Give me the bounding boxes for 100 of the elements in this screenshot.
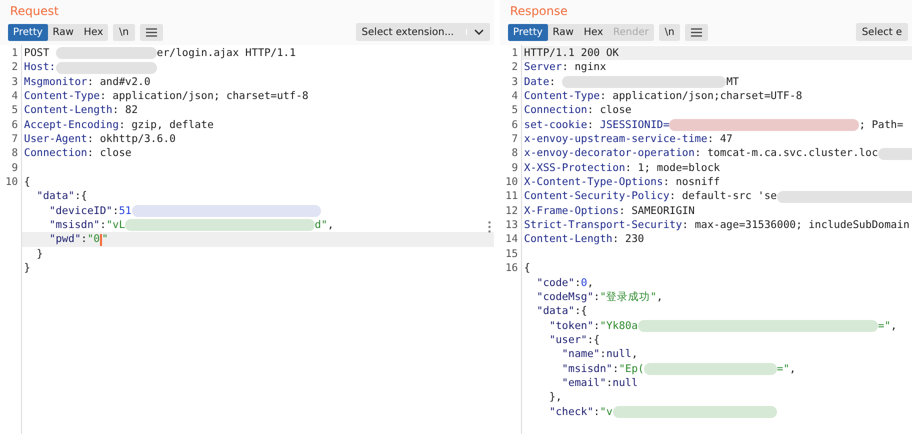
code-text: Server: [524, 60, 562, 75]
code-text: :: [594, 290, 600, 304]
code-text: "check": [548, 404, 594, 419]
code-text: "code": [536, 276, 575, 290]
line-number: 12: [505, 204, 518, 217]
code-text: : okhttp/3.6.0: [87, 132, 176, 146]
line-number: 2: [12, 61, 18, 74]
code-text: ,: [327, 218, 334, 232]
extension-select[interactable]: Select extension...: [356, 23, 490, 41]
line-number: 5: [12, 104, 18, 116]
line-number: 10: [5, 176, 18, 188]
code-text: }: [36, 246, 43, 262]
code-text: :: [100, 218, 106, 232]
code-text: er/login.ajax HTTP/1.1: [156, 46, 296, 60]
line-number: 2: [512, 61, 518, 74]
code-text: Msgmonitor: [24, 74, 88, 90]
code-text: : 47: [707, 132, 733, 146]
code-text: : and#v2.0: [87, 74, 150, 90]
menu-button[interactable]: [685, 24, 708, 40]
select-label: Select extension...: [362, 26, 454, 38]
drag-handle-icon[interactable]: [488, 221, 491, 233]
menu-button[interactable]: [140, 24, 163, 40]
code-text: : application/json; charset=utf-8: [100, 89, 308, 104]
text-caret: [100, 234, 102, 246]
code-text: }: [24, 261, 30, 276]
code-text: Connection: [24, 146, 88, 161]
code-text: null: [612, 376, 638, 390]
code-text: 0: [580, 276, 588, 290]
code-text: Content-Security-Policy: [524, 189, 670, 204]
code-text: ,: [587, 276, 594, 290]
code-text: : max-age=31536000; includeSubDomain: [682, 218, 910, 232]
view-tab[interactable]: Hex: [78, 24, 108, 40]
view-tab[interactable]: Raw: [548, 24, 579, 40]
line-number: 7: [512, 133, 518, 146]
code-text: ": [102, 232, 108, 247]
code-text: Content-Length: [24, 103, 113, 118]
code-text: "deviceID": [48, 204, 113, 218]
line-number: 3: [12, 76, 18, 88]
code-text: :: [594, 318, 600, 333]
code-text: :: [587, 118, 595, 132]
code-text: "user": [548, 332, 588, 348]
code-text: "msisdn": [560, 362, 613, 376]
newline-toggle[interactable]: \n: [113, 24, 135, 40]
code-text: x-envoy-upstream-service-time: [524, 132, 708, 146]
code-text: "email": [560, 376, 606, 390]
code-text: : 230: [612, 232, 644, 247]
code-text: 51: [118, 204, 132, 218]
line-number: 5: [512, 104, 518, 116]
code-text: POST: [24, 46, 50, 60]
line-number: 15: [505, 248, 518, 260]
line-number: 4: [12, 90, 18, 102]
code-text: :: [612, 362, 619, 376]
code-text: "data": [536, 304, 575, 319]
line-number: 1: [12, 47, 18, 59]
code-text: x-envoy-decorator-operation: [524, 146, 695, 161]
code-text: {: [24, 175, 30, 190]
code-text: null: [606, 347, 632, 362]
code-text: X-Content-Type-Options: [524, 175, 664, 190]
code-text: : tomcat-m.ca.svc.cluster.loc: [694, 146, 878, 161]
code-text: ; Path=: [859, 118, 904, 132]
menu-icon: [146, 28, 157, 36]
line-number: 13: [505, 219, 518, 232]
view-tab[interactable]: Hex: [578, 24, 608, 40]
line-number: 4: [512, 90, 518, 102]
panel-title: Response: [500, 0, 912, 21]
code-text: : 82: [112, 103, 138, 118]
view-tab[interactable]: Pretty: [508, 24, 548, 40]
code-text: "pwd": [48, 232, 81, 247]
line-number: 14: [505, 233, 518, 246]
code-text: "msisdn": [48, 218, 100, 232]
code-text: MT: [726, 74, 739, 90]
code-text: :: [574, 276, 581, 290]
code-text: "name": [560, 347, 600, 362]
code-text: : nginx: [562, 60, 606, 75]
extension-select[interactable]: Select e: [856, 23, 908, 41]
line-number: 6: [512, 118, 518, 131]
code-text: :{: [587, 332, 600, 348]
line-number: 8: [512, 147, 518, 160]
chevron-down-icon: [466, 29, 484, 35]
line-number: 6: [12, 118, 18, 131]
view-tab[interactable]: Pretty: [8, 24, 48, 40]
code-text: :: [80, 232, 88, 247]
newline-toggle[interactable]: \n: [658, 24, 680, 40]
code-text: ,: [631, 347, 638, 362]
code-text: User-Agent: [24, 132, 88, 146]
view-tab[interactable]: Raw: [48, 24, 79, 40]
code-text: Connection: [524, 103, 588, 118]
code-text: "data": [36, 189, 75, 204]
code-text: ,: [890, 318, 897, 333]
code-text: X-XSS-Protection: [524, 160, 626, 176]
code-text: :: [549, 74, 557, 90]
code-text: JSESSIONID=: [600, 118, 670, 132]
line-number: 16: [505, 262, 518, 274]
code-text: :{: [74, 189, 88, 204]
code-text: Date: [524, 74, 550, 90]
code-text: : SAMEORIGIN: [618, 204, 695, 218]
code-text: d": [314, 218, 328, 232]
code-text: : gzip, deflate: [118, 118, 214, 132]
code-text: Strict-Transport-Security: [524, 218, 682, 232]
code-text: ,: [656, 290, 663, 304]
